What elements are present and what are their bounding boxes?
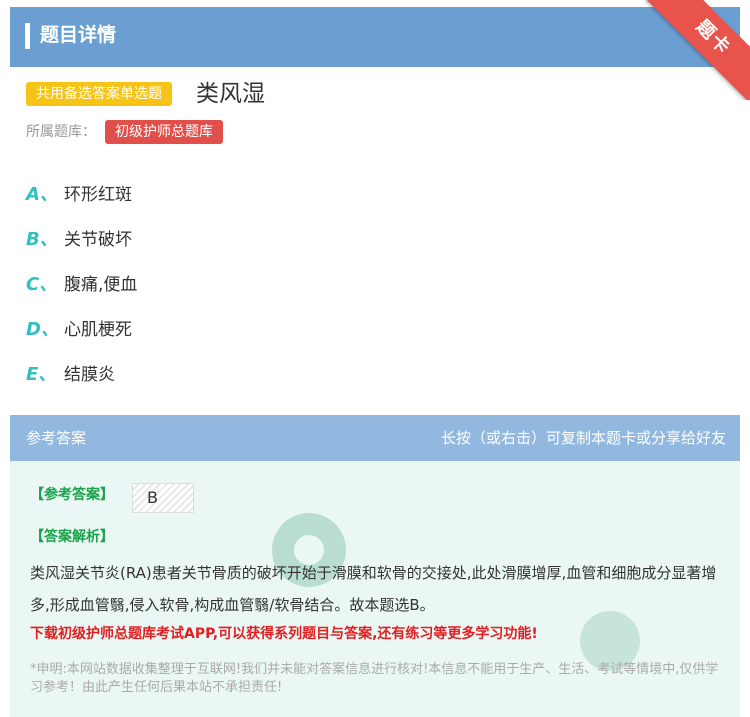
answer-section-title: 参考答案 <box>26 429 87 447</box>
answer-section-body: 【参考答案】 B 【答案解析】 类风湿关节炎(RA)患者关节骨质的破坏开始于滑膜… <box>10 461 740 717</box>
option-text: 关节破坏 <box>64 229 132 250</box>
option-c[interactable]: C、 腹痛,便血 <box>26 262 726 307</box>
options-list: A、 环形红斑 B、 关节破坏 C、 腹痛,便血 D、 心肌梗死 E、 结膜炎 <box>26 172 726 397</box>
option-text: 结膜炎 <box>64 364 115 385</box>
option-a[interactable]: A、 环形红斑 <box>26 172 726 217</box>
option-b[interactable]: B、 关节破坏 <box>26 217 726 262</box>
bank-name-badge[interactable]: 初级护师总题库 <box>105 120 223 144</box>
option-letter: A、 <box>26 183 58 205</box>
download-app-promo[interactable]: 下载初级护师总题库考试APP,可以获得系列题目与答案,还有练习等更多学习功能! <box>30 623 730 645</box>
ribbon-label: 题卡 <box>691 16 735 60</box>
answer-section-header: 参考答案 长按（或右击）可复制本题卡或分享给好友 <box>10 415 740 461</box>
share-hint: 长按（或右击）可复制本题卡或分享给好友 <box>440 429 726 447</box>
bank-label: 所属题库： <box>26 124 96 140</box>
question-card-ribbon[interactable]: 题卡 <box>640 0 750 100</box>
disclaimer-text: *申明:本网站数据收集整理于互联网!我们并未能对答案信息进行核对!本信息不能用于… <box>30 662 719 695</box>
option-letter: C、 <box>26 273 58 295</box>
question-type-badge: 共用备选答案单选题 <box>26 82 172 106</box>
question-title: 类风湿 <box>196 81 265 107</box>
option-text: 环形红斑 <box>64 184 132 205</box>
page-header: 题目详情 <box>10 7 740 67</box>
option-d[interactable]: D、 心肌梗死 <box>26 307 726 352</box>
option-letter: D、 <box>26 318 59 340</box>
option-letter: B、 <box>26 228 58 250</box>
reference-answer-value: B <box>132 483 194 513</box>
page-title: 题目详情 <box>40 24 117 46</box>
reference-answer-label: 【参考答案】 <box>30 487 114 503</box>
option-letter: E、 <box>26 363 57 385</box>
option-text: 腹痛,便血 <box>64 274 138 295</box>
option-text: 心肌梗死 <box>64 319 132 340</box>
analysis-text: 类风湿关节炎(RA)患者关节骨质的破坏开始于滑膜和软骨的交接处,此处滑膜增厚,血… <box>30 564 717 614</box>
header-accent-bar <box>25 23 30 49</box>
option-e[interactable]: E、 结膜炎 <box>26 352 726 397</box>
analysis-label: 【答案解析】 <box>30 529 114 545</box>
